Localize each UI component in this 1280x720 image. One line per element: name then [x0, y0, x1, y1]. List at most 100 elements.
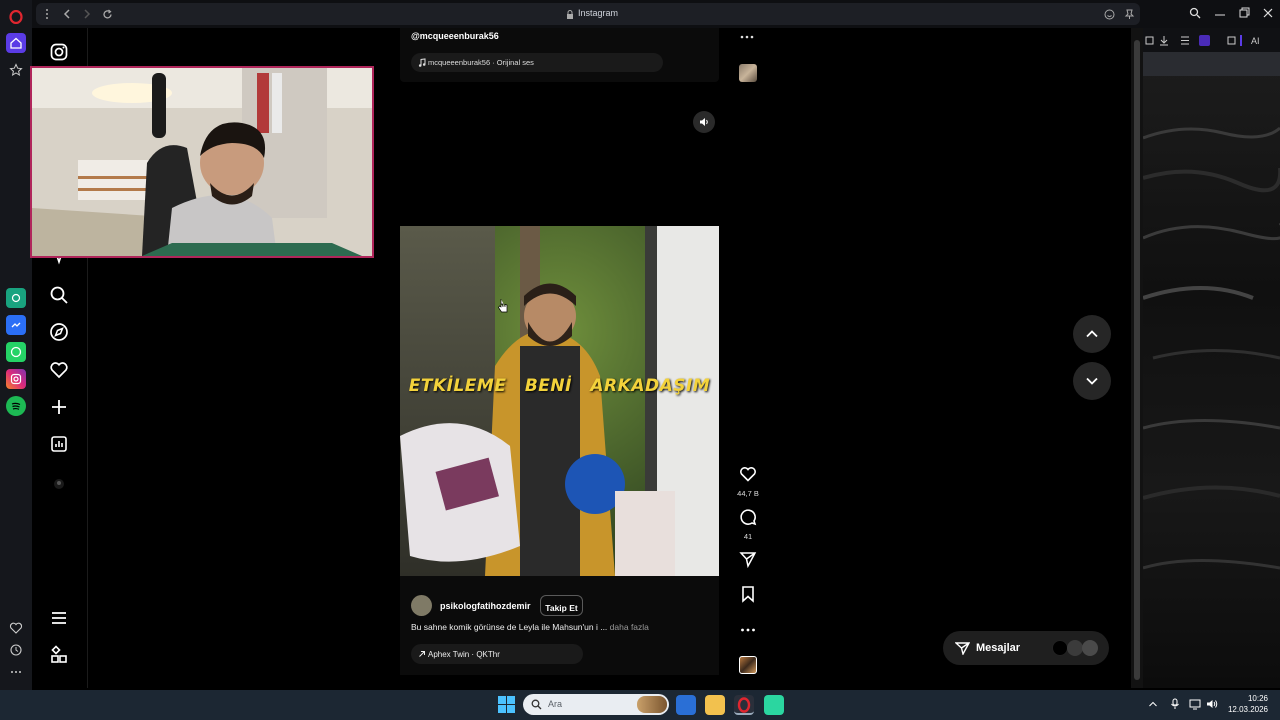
history-icon[interactable]: [6, 640, 26, 660]
lock-icon: [567, 10, 573, 19]
comment-button[interactable]: 41: [737, 508, 759, 541]
save-button[interactable]: [737, 585, 759, 608]
file-explorer-icon[interactable]: [705, 695, 725, 715]
more-options-icon[interactable]: [740, 34, 754, 40]
split-browser-toolbar: AI: [1143, 28, 1280, 52]
message-avatar: [1067, 640, 1083, 656]
window-controls: [1143, 0, 1280, 28]
search-highlight-image: [637, 696, 667, 713]
reload-icon[interactable]: [102, 9, 113, 20]
maximize-icon[interactable]: [1238, 7, 1250, 19]
follow-button[interactable]: Takip Et: [540, 595, 583, 616]
search-icon[interactable]: [49, 285, 69, 305]
previous-reel-audio-label: mcqueeenburak56 · Orijinal ses: [428, 58, 534, 67]
reel-caption-text: Bu sahne komik görünse de Leyla ile Mahs…: [411, 622, 608, 632]
like-button[interactable]: 44,7 B: [737, 465, 759, 498]
create-plus-icon[interactable]: [49, 397, 69, 417]
messages-label: Mesajlar: [976, 642, 1021, 654]
arrow-up-right-icon: [419, 651, 425, 657]
speaker-icon: [700, 118, 708, 126]
comment-count: 41: [743, 532, 753, 541]
cursor-hand-icon: [498, 299, 508, 313]
reel-author-avatar[interactable]: [411, 595, 432, 616]
more-options-button[interactable]: [737, 621, 759, 644]
taskbar-clock[interactable]: 10:26 12.03.2026: [1220, 693, 1268, 715]
send-icon: [739, 552, 757, 569]
previous-audio-thumbnail[interactable]: [739, 64, 757, 82]
search-icon[interactable]: [1189, 7, 1201, 19]
whatsapp-icon[interactable]: [6, 342, 26, 362]
bookmark-icon: [742, 586, 754, 603]
menu-dots-icon[interactable]: [44, 8, 50, 20]
forward-icon[interactable]: [82, 9, 92, 19]
reel-author-username[interactable]: psikologfatihozdemir: [440, 601, 531, 611]
split-browser-tab[interactable]: [1143, 52, 1280, 76]
instagram-icon[interactable]: [6, 369, 26, 389]
close-icon[interactable]: [1262, 7, 1274, 19]
music-note-icon: [418, 58, 426, 67]
sound-toggle-button[interactable]: [693, 111, 715, 133]
previous-reel-username[interactable]: @mcqueeenburak56: [411, 31, 499, 41]
clock-date: 12.03.2026: [1227, 705, 1268, 714]
previous-reel-audio[interactable]: mcqueeenburak56 · Orijinal ses: [411, 53, 663, 72]
profile-avatar-icon[interactable]: [49, 474, 69, 494]
scrollbar-thumb[interactable]: [1134, 40, 1140, 680]
chatgpt-icon[interactable]: [6, 288, 26, 308]
wave-background: [1143, 126, 1280, 570]
reel-audio-label: Aphex Twin · QKThr: [428, 650, 500, 659]
instagram-logo-icon[interactable]: [49, 42, 69, 62]
heart-icon: [740, 467, 756, 482]
notifications-heart-icon[interactable]: [49, 360, 69, 380]
video-caption-overlay: ETKİLEME BENİ ARKADAŞIM: [408, 376, 711, 396]
webcam-feed: [32, 68, 372, 256]
emoji-icon[interactable]: [1104, 9, 1115, 20]
pin-icon[interactable]: [1124, 9, 1135, 20]
next-reel-button[interactable]: [1073, 362, 1111, 400]
task-view-icon[interactable]: [676, 695, 696, 715]
video-frame: [400, 226, 719, 576]
share-button[interactable]: [737, 550, 759, 573]
clock-time: 10:26: [1247, 694, 1268, 703]
messenger-icon[interactable]: [6, 315, 26, 335]
chevron-down-icon: [1086, 377, 1098, 385]
reel-video[interactable]: [400, 226, 719, 576]
search-icon: [531, 699, 542, 710]
chevron-up-icon[interactable]: [1148, 699, 1158, 709]
svg-text:AI: AI: [1251, 36, 1260, 46]
spotify-icon[interactable]: [6, 396, 26, 416]
menu-icon[interactable]: [49, 608, 69, 628]
audio-thumbnail[interactable]: [739, 656, 757, 674]
webcam-overlay: [30, 66, 374, 258]
star-icon[interactable]: [6, 60, 26, 80]
network-icon[interactable]: [1189, 698, 1201, 710]
app-taskbar-icon[interactable]: [764, 695, 784, 715]
windows-start-icon[interactable]: [498, 696, 515, 713]
caption-more-link[interactable]: daha fazla: [610, 622, 649, 632]
send-icon: [955, 642, 970, 655]
volume-icon[interactable]: [1206, 698, 1218, 710]
taskbar-search-placeholder: Ara: [548, 699, 563, 709]
reel-audio-link[interactable]: Aphex Twin · QKThr: [411, 644, 583, 664]
reel-caption[interactable]: Bu sahne komik görünse de Leyla ile Mahs…: [411, 622, 649, 632]
url-text: Instagram: [578, 8, 619, 18]
opera-taskbar-icon[interactable]: [734, 695, 754, 715]
heart-icon[interactable]: [6, 618, 26, 638]
dashboard-icon[interactable]: [49, 434, 69, 454]
like-count: 44,7 B: [737, 489, 759, 498]
comment-icon: [740, 509, 757, 526]
previous-reel-button[interactable]: [1073, 315, 1111, 353]
home-icon[interactable]: [6, 33, 26, 53]
chevron-up-icon: [1086, 330, 1098, 338]
microphone-icon[interactable]: [1170, 698, 1180, 710]
opera-logo-icon[interactable]: [6, 7, 26, 27]
minimize-icon[interactable]: [1214, 7, 1226, 19]
more-horizontal-icon: [741, 628, 755, 632]
back-icon[interactable]: [62, 9, 72, 19]
explore-icon[interactable]: [49, 322, 69, 342]
more-icon[interactable]: [6, 662, 26, 682]
apps-icon[interactable]: [49, 645, 69, 665]
message-avatar: [1052, 640, 1068, 656]
toolbar-icons: AI: [1145, 35, 1260, 46]
opera-sidebar: [0, 0, 32, 690]
split-screen-panel: [1143, 28, 1280, 688]
